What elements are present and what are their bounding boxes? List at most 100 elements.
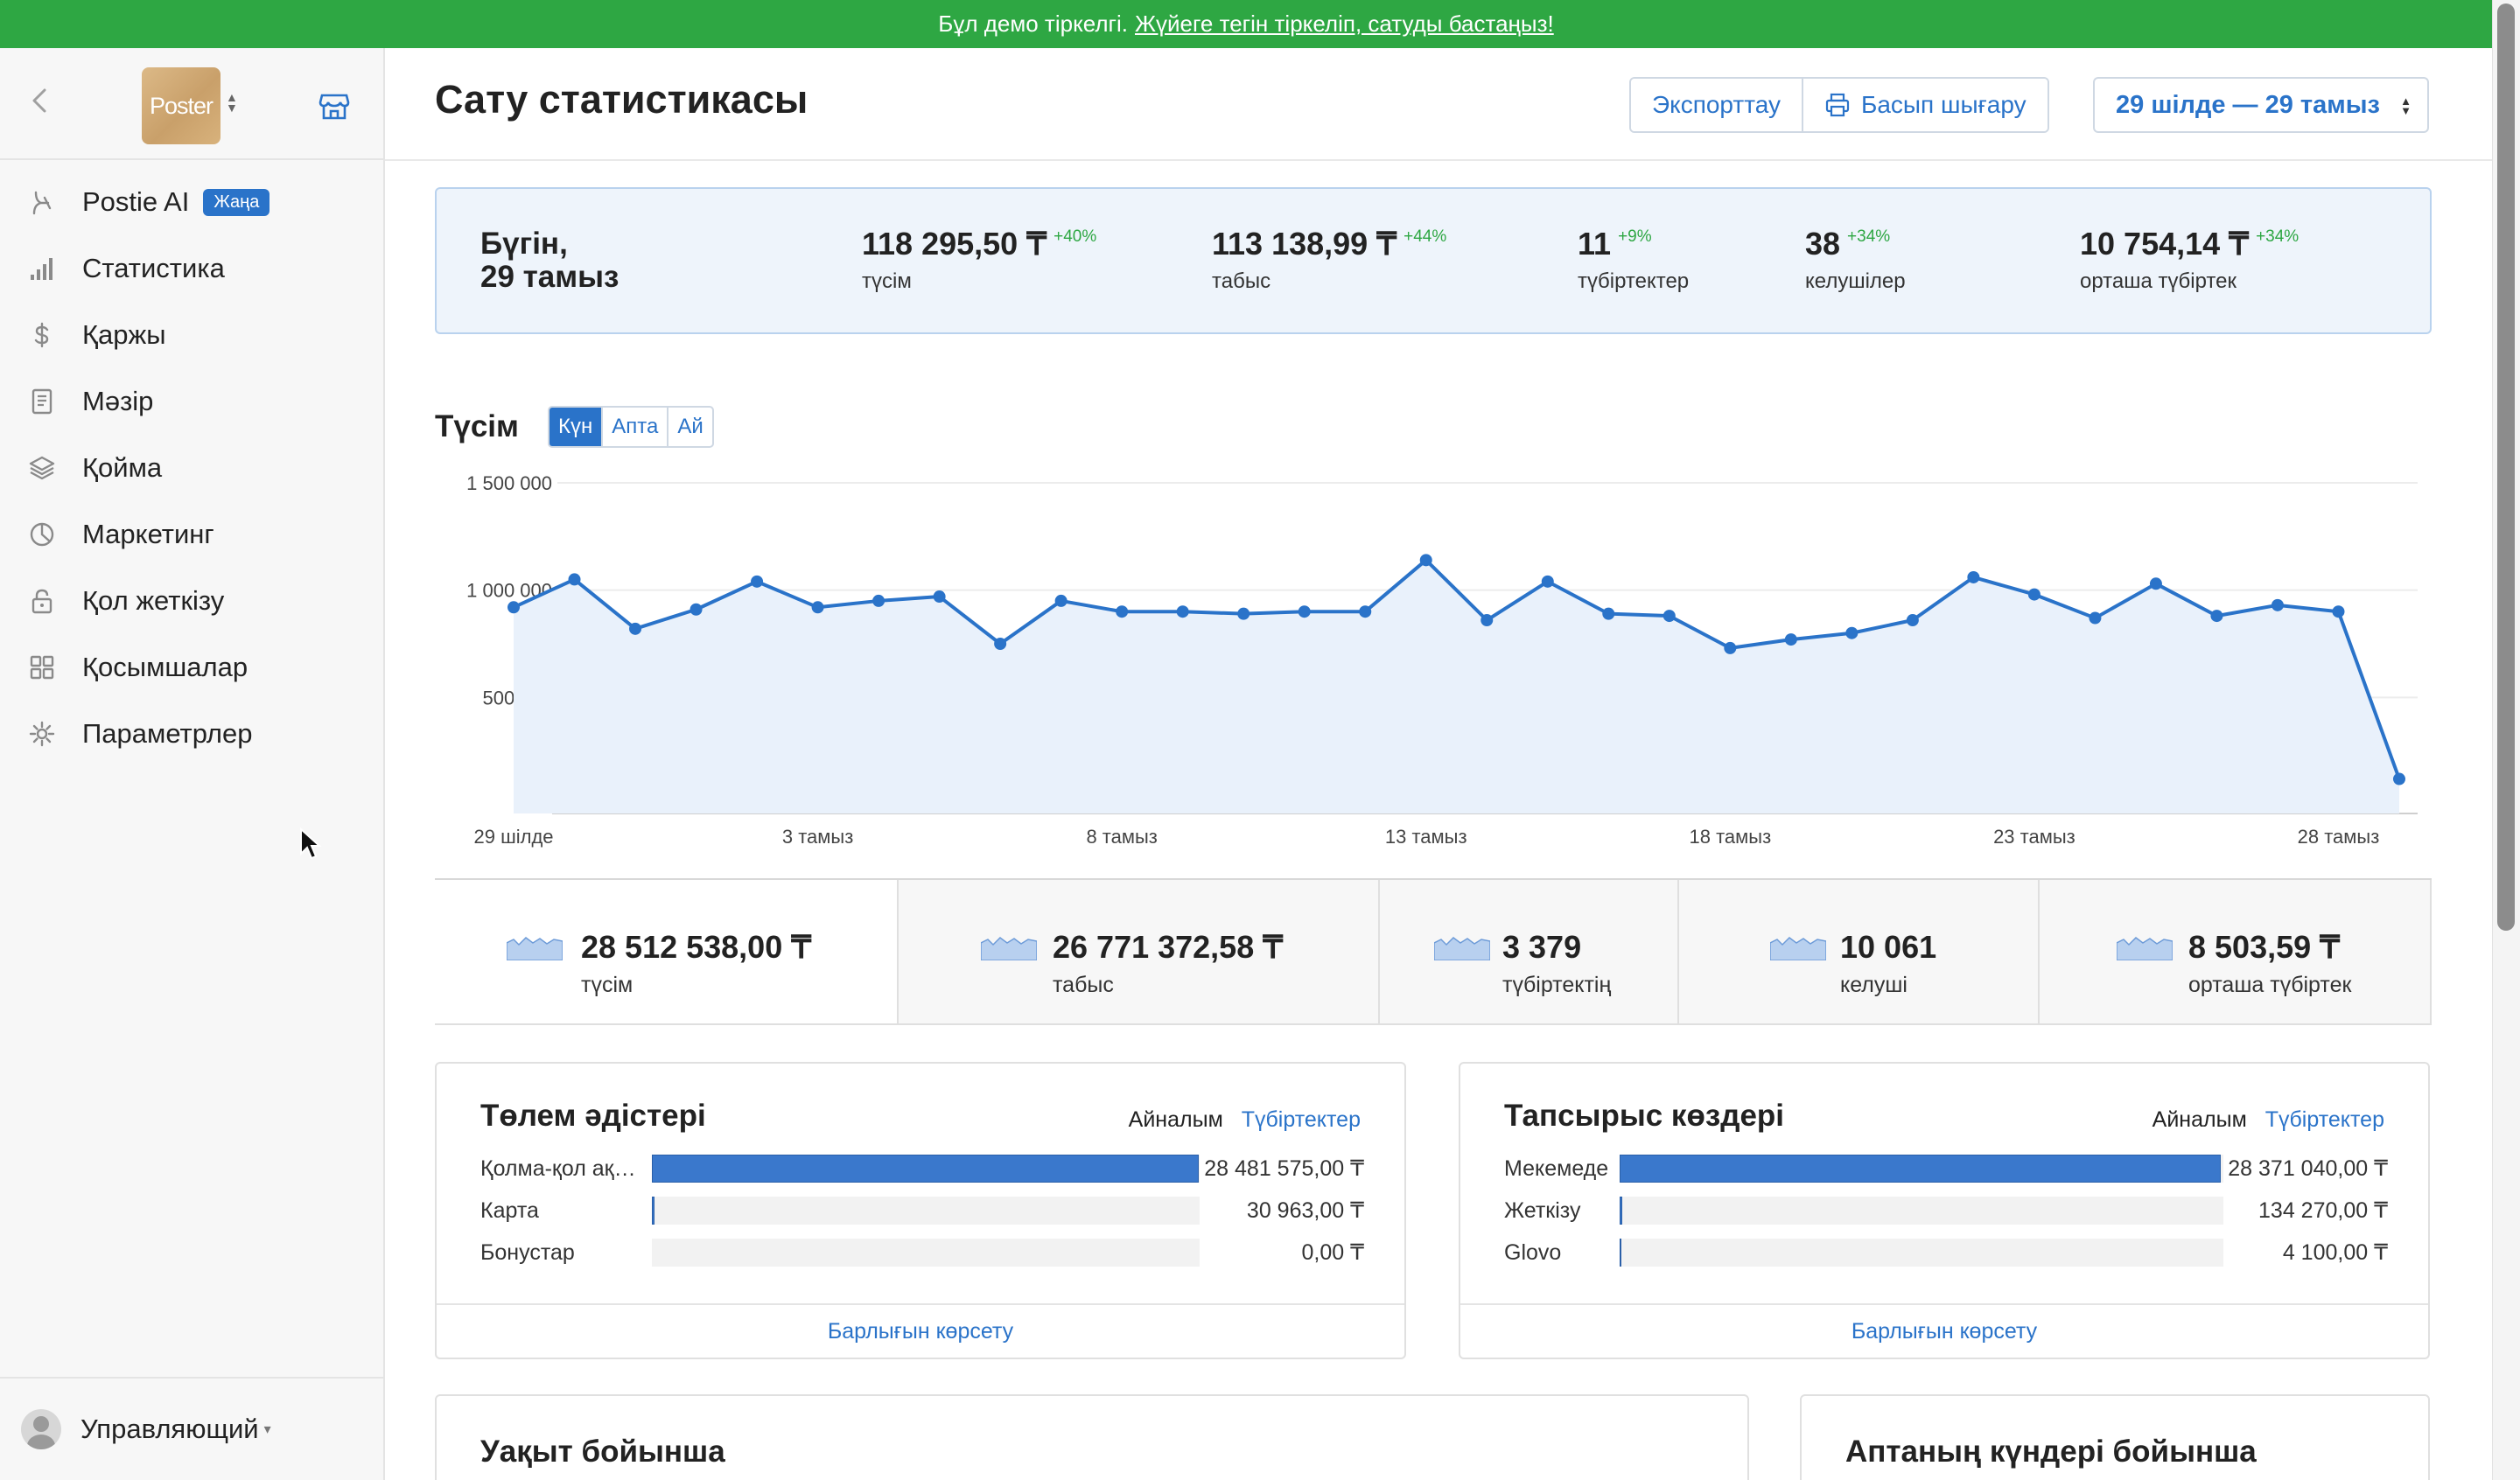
data-point — [872, 594, 886, 607]
data-point — [508, 601, 520, 614]
sidebar-item-warehouse[interactable]: Қойма — [0, 435, 383, 501]
payment-methods-card: Төлем әдістері Айналым Түбіртектер Қолма… — [435, 1062, 1406, 1359]
sidebar-item-postie-ai[interactable]: Postie AI Жаңа — [0, 169, 383, 235]
card-title: Аптаның күндері бойынша — [1845, 1435, 2257, 1469]
data-point — [1237, 607, 1250, 620]
period-day-button[interactable]: Күн — [550, 408, 602, 446]
sparkline-icon — [981, 937, 1037, 960]
show-all-link[interactable]: Барлығын көрсету — [1460, 1303, 2428, 1358]
list-item: Карта 30 963,00 ₸ — [480, 1197, 1364, 1225]
data-point — [933, 590, 946, 604]
printer-icon — [1824, 92, 1851, 118]
print-button[interactable]: Басып шығару — [1801, 79, 2048, 131]
total-profit[interactable]: 26 771 372,58 ₸ табыс — [897, 880, 1378, 1025]
sparkline-icon — [2117, 937, 2173, 960]
user-menu[interactable]: Управляющий ▾ — [0, 1377, 383, 1480]
data-point — [994, 638, 1007, 650]
period-week-button[interactable]: Апта — [601, 408, 667, 446]
sidebar-item-finance[interactable]: Қаржы — [0, 302, 383, 368]
kpi-pct: +44% — [1404, 227, 1447, 246]
period-month-button[interactable]: Ай — [667, 408, 711, 446]
today-kpi-receipts: 11 +9% түбіртектер — [1578, 226, 1689, 294]
dollar-icon — [28, 321, 56, 349]
tab-turnover[interactable]: Айналым — [1129, 1107, 1223, 1132]
total-revenue[interactable]: 28 512 538,00 ₸ түсім — [435, 880, 897, 1025]
total-value: 26 771 372,58 ₸ — [1053, 929, 1284, 965]
sparkline-icon — [507, 937, 563, 960]
total-value: 3 379 — [1502, 929, 1582, 965]
row-label: Бонустар — [480, 1239, 575, 1265]
sidebar-item-label: Мәзір — [82, 386, 154, 416]
sidebar-item-statistics[interactable]: Статистика — [0, 235, 383, 302]
account-logo[interactable]: Poster — [142, 67, 220, 144]
row-bar-fill — [652, 1155, 1200, 1183]
sparkline-icon — [1434, 937, 1490, 960]
lock-icon — [28, 587, 56, 615]
tab-receipts[interactable]: Түбіртектер — [1242, 1107, 1361, 1132]
kpi-pct: +40% — [1054, 227, 1097, 246]
kpi-value: 11 — [1578, 226, 1612, 262]
row-bar-fill — [1620, 1155, 2221, 1183]
date-range-picker[interactable]: 29 шілде — 29 тамыз ▲ ▼ — [2093, 77, 2429, 133]
data-point — [2149, 577, 2162, 590]
data-point — [811, 601, 824, 614]
show-all-link[interactable]: Барлығын көрсету — [437, 1303, 1404, 1358]
sidebar-item-access[interactable]: Қол жеткізу — [0, 568, 383, 634]
demo-banner: Бұл демо тіркелгі. Жүйеге тегін тіркеліп… — [0, 0, 2492, 48]
header-divider — [385, 159, 2492, 161]
sort-arrows-icon: ▲ ▼ — [2400, 94, 2412, 117]
account-switch-icon[interactable]: ▲ ▼ — [226, 91, 238, 114]
row-value: 134 270,00 ₸ — [2258, 1198, 2388, 1223]
period-switcher: Күн Апта Ай — [548, 406, 714, 448]
total-label: табыс — [1053, 973, 1114, 997]
total-value: 8 503,59 ₸ — [2188, 929, 2341, 965]
today-kpi-visitors: 38 +34% келушілер — [1805, 226, 1906, 294]
card-title: Тапсырыс көздері — [1504, 1099, 1785, 1133]
list-item: Бонустар 0,00 ₸ — [480, 1239, 1364, 1267]
sidebar-item-apps[interactable]: Қосымшалар — [0, 634, 383, 701]
x-tick-label: 29 шілде — [473, 826, 553, 848]
banner-signup-link[interactable]: Жүйеге тегін тіркеліп, сатуды бастаңыз! — [1135, 10, 1554, 38]
row-value: 4 100,00 ₸ — [2282, 1240, 2388, 1265]
row-bar-fill — [1620, 1197, 1623, 1225]
tab-turnover[interactable]: Айналым — [2152, 1107, 2247, 1132]
sidebar-item-label: Маркетинг — [82, 519, 214, 549]
row-value: 28 481 575,00 ₸ — [1204, 1156, 1364, 1181]
row-bar — [652, 1239, 1200, 1267]
total-visitors[interactable]: 10 061 келуші — [1677, 880, 2038, 1025]
sidebar-item-label: Параметрлер — [82, 718, 253, 749]
by-time-card: Уақыт бойынша — [435, 1394, 1749, 1480]
data-point — [1359, 605, 1372, 618]
x-tick-label: 3 тамыз — [782, 826, 853, 848]
sidebar-item-settings[interactable]: Параметрлер — [0, 701, 383, 767]
kpi-pct: +9% — [1618, 227, 1652, 246]
storefront-icon[interactable] — [317, 88, 352, 128]
data-point — [2271, 598, 2284, 611]
mouse-cursor-icon — [299, 827, 322, 867]
kpi-value: 113 138,99 ₸ — [1212, 226, 1397, 262]
x-tick-label: 8 тамыз — [1086, 826, 1157, 848]
tab-receipts[interactable]: Түбіртектер — [2265, 1107, 2384, 1132]
row-value: 0,00 ₸ — [1301, 1240, 1364, 1265]
total-avg-receipt[interactable]: 8 503,59 ₸ орташа түбіртек — [2038, 880, 2432, 1025]
export-button[interactable]: Экспорттау — [1631, 79, 1802, 131]
total-receipts[interactable]: 3 379 түбіртектің — [1378, 880, 1677, 1025]
scrollbar-thumb[interactable] — [2497, 3, 2515, 931]
list-item: Қолма-қол ақ… 28 481 575,00 ₸ — [480, 1155, 1364, 1183]
layers-icon — [28, 454, 56, 482]
card-tabs: Айналым Түбіртектер — [2152, 1107, 2384, 1133]
row-value: 30 963,00 ₸ — [1246, 1198, 1364, 1223]
sidebar-item-label: Статистика — [82, 253, 225, 283]
total-label: түсім — [581, 973, 634, 997]
back-chevron-icon[interactable] — [24, 85, 56, 116]
sidebar-item-menu[interactable]: Мәзір — [0, 368, 383, 435]
card-tabs: Айналым Түбіртектер — [1129, 1107, 1361, 1133]
row-label: Мекемеде — [1504, 1155, 1609, 1181]
y-tick-label: 1 500 000 — [466, 472, 552, 494]
kpi-label: келушілер — [1805, 269, 1906, 293]
sidebar-item-marketing[interactable]: Маркетинг — [0, 501, 383, 568]
row-bar — [652, 1197, 1200, 1225]
sidebar-item-label: Қосымшалар — [82, 652, 248, 682]
banner-text: Бұл демо тіркелгі. — [938, 10, 1128, 37]
data-point — [1419, 554, 1432, 567]
